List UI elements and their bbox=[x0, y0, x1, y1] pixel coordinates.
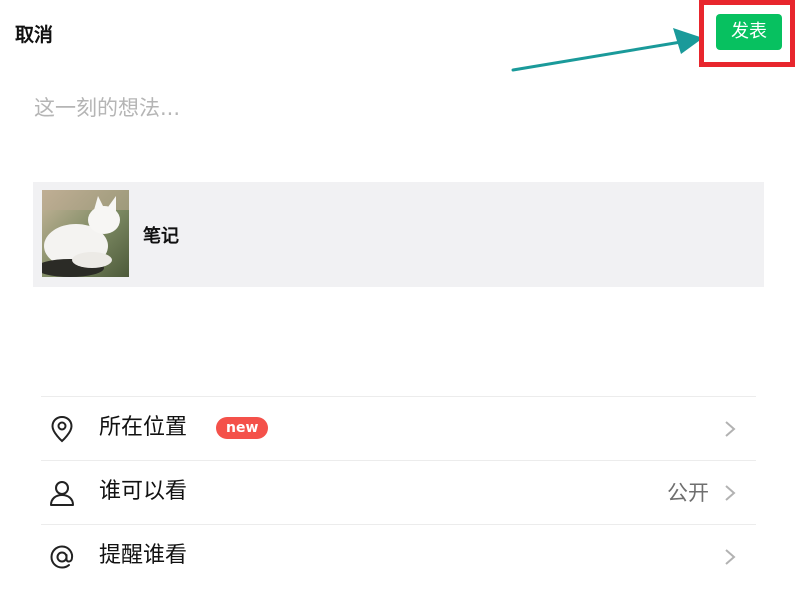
publish-button[interactable]: 发表 bbox=[716, 14, 782, 50]
chevron-right-icon bbox=[725, 485, 736, 501]
annotation-arrow-icon bbox=[511, 28, 703, 72]
option-location[interactable]: 所在位置 new bbox=[41, 396, 756, 461]
chevron-right-icon bbox=[725, 549, 736, 565]
thought-input[interactable]: 这一刻的想法... bbox=[34, 92, 754, 122]
person-icon bbox=[50, 481, 74, 506]
option-visibility[interactable]: 谁可以看 公开 bbox=[41, 460, 756, 525]
chevron-right-icon bbox=[725, 421, 736, 437]
shared-note-title: 笔记 bbox=[143, 226, 179, 247]
shared-note-card[interactable]: 笔记 bbox=[33, 182, 764, 287]
option-label: 谁可以看 bbox=[99, 479, 188, 504]
cancel-button[interactable]: 取消 bbox=[15, 20, 53, 47]
cat-thumbnail-image bbox=[42, 190, 129, 277]
option-mention[interactable]: 提醒谁看 bbox=[41, 524, 756, 589]
option-label: 所在位置 bbox=[99, 415, 188, 440]
new-badge: new bbox=[216, 417, 269, 439]
at-sign-icon bbox=[50, 545, 74, 569]
location-pin-icon bbox=[51, 415, 73, 443]
visibility-value: 公开 bbox=[667, 481, 709, 505]
option-label: 提醒谁看 bbox=[99, 543, 188, 568]
